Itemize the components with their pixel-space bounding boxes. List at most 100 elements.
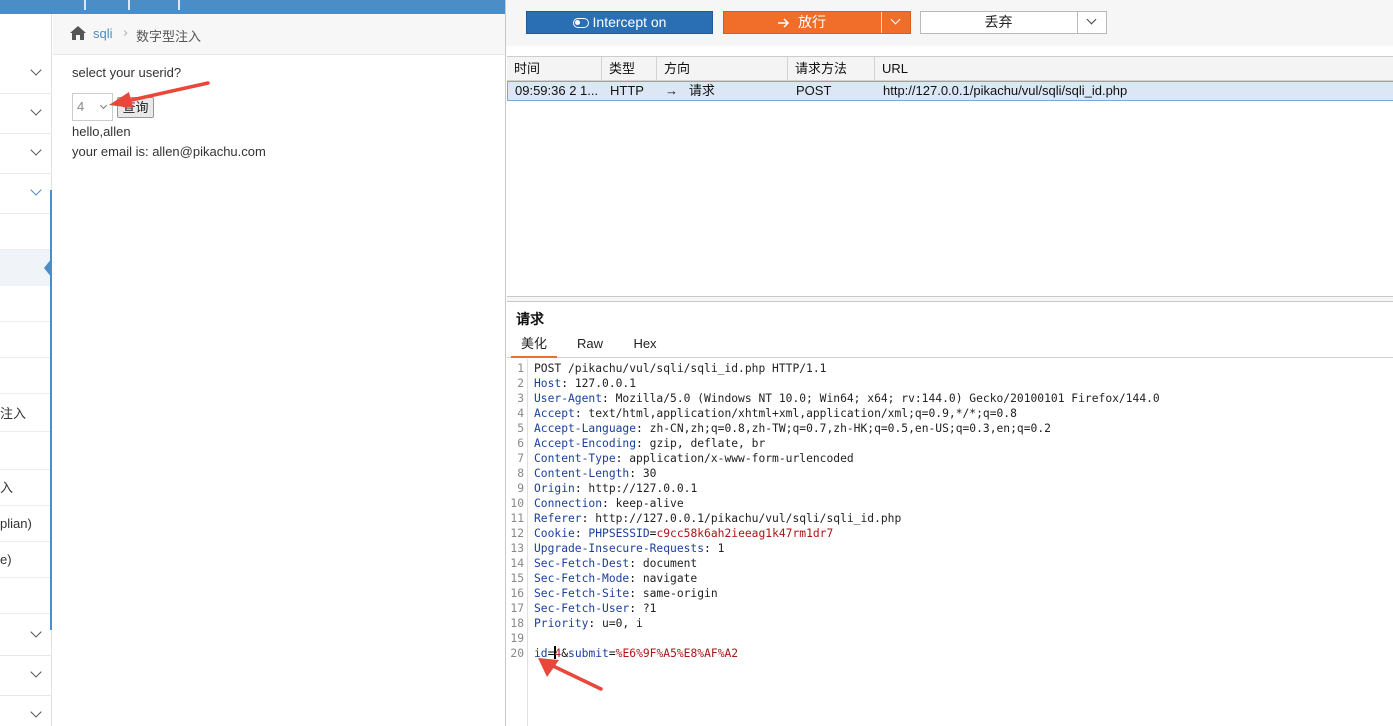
column-header-direction[interactable]: 方向: [657, 57, 788, 81]
header-name: Connection: [534, 497, 603, 510]
request-header-line[interactable]: Referer: http://127.0.0.1/pikachu/vul/sq…: [534, 511, 901, 526]
table-row[interactable]: 09:59:36 2 1... HTTP → 请求 POST http://12…: [507, 81, 1393, 101]
column-header-url[interactable]: URL: [875, 57, 1393, 81]
request-body-line[interactable]: id=4&submit=%E6%9F%A5%E8%AF%A2: [534, 646, 738, 661]
request-header-line[interactable]: Accept-Language: zh-CN,zh;q=0.8,zh-TW;q=…: [534, 421, 1051, 436]
header-value: 127.0.0.1: [574, 377, 637, 390]
header-separator: :: [602, 392, 616, 405]
intercept-queue-table: 时间 类型 方向 请求方法 URL 09:59:36 2 1... HTTP →…: [507, 56, 1393, 296]
sidebar-menu-item[interactable]: [0, 54, 52, 94]
chevron-down-icon: [30, 626, 42, 638]
query-button[interactable]: 查询: [117, 97, 154, 118]
sidebar-subitem[interactable]: [0, 322, 50, 358]
forward-main[interactable]: 放行: [724, 12, 880, 33]
sidebar-subitem[interactable]: 注入: [0, 396, 50, 432]
request-header-line[interactable]: Sec-Fetch-Dest: document: [534, 556, 697, 571]
line-number: 12: [510, 527, 524, 540]
sidebar-subitem-label: e): [0, 552, 12, 567]
header-value: gzip, deflate, br: [649, 437, 766, 450]
column-header-time[interactable]: 时间: [507, 57, 602, 81]
header-value: ?1: [642, 602, 657, 615]
request-header-line[interactable]: Connection: keep-alive: [534, 496, 684, 511]
request-header-line[interactable]: Sec-Fetch-User: ?1: [534, 601, 656, 616]
header-name: Accept-Encoding: [534, 437, 637, 450]
top-bar-divider: [128, 0, 130, 10]
sidebar: 注入 入 plian) e): [0, 14, 52, 726]
sidebar-subitem[interactable]: [0, 434, 50, 470]
header-value: navigate: [642, 572, 698, 585]
sidebar-menu-item[interactable]: [0, 134, 52, 174]
tab-hex[interactable]: Hex: [625, 334, 665, 358]
chevron-down-icon: [30, 104, 42, 116]
header-separator: :: [588, 617, 603, 630]
userid-select[interactable]: 4: [72, 93, 113, 121]
sidebar-subitem[interactable]: [0, 286, 50, 322]
sidebar-subitem[interactable]: [0, 214, 50, 250]
line-number: 8: [517, 467, 524, 480]
request-header-line[interactable]: Origin: http://127.0.0.1: [534, 481, 697, 496]
request-header-line[interactable]: Host: 127.0.0.1: [534, 376, 636, 391]
tab-raw[interactable]: Raw: [569, 334, 611, 358]
line-number: 4: [517, 407, 524, 420]
drop-dropdown[interactable]: [1078, 12, 1106, 33]
sidebar-menu-item[interactable]: [0, 94, 52, 134]
header-separator: :: [636, 437, 650, 450]
header-value: keep-alive: [615, 497, 684, 510]
sidebar-menu-item[interactable]: [0, 656, 52, 696]
sidebar-menu-item[interactable]: [0, 696, 52, 726]
request-line[interactable]: POST /pikachu/vul/sqli/sqli_id.php HTTP/…: [534, 361, 826, 376]
header-name: Sec-Fetch-Dest: [534, 557, 630, 570]
request-line-text: POST /pikachu/vul/sqli/sqli_id.php HTTP/…: [534, 362, 827, 375]
cell-direction: → 请求: [658, 82, 789, 100]
request-header-line[interactable]: Priority: u=0, i: [534, 616, 643, 631]
forward-dropdown[interactable]: [882, 12, 910, 33]
sidebar-subitem[interactable]: plian): [0, 506, 50, 542]
request-header-line[interactable]: Sec-Fetch-Site: same-origin: [534, 586, 718, 601]
request-editor[interactable]: 20 id=4&submit=%E6%9F%A5%E8%AF%A2 1 POST …: [507, 359, 1393, 726]
header-separator: :: [602, 497, 616, 510]
header-name: Sec-Fetch-User: [534, 602, 630, 615]
arrow-right-icon: [778, 18, 790, 28]
header-name: Upgrade-Insecure-Requests: [534, 542, 705, 555]
column-header-method[interactable]: 请求方法: [788, 57, 875, 81]
intercept-toggle-button[interactable]: Intercept on: [526, 11, 713, 34]
drop-main[interactable]: 丢弃: [921, 12, 1076, 33]
request-header-line[interactable]: Content-Type: application/x-www-form-url…: [534, 451, 854, 466]
request-header-line[interactable]: Accept-Encoding: gzip, deflate, br: [534, 436, 765, 451]
header-separator: :: [629, 602, 643, 615]
request-header-line[interactable]: Cookie: PHPSESSID=c9cc58k6ah2ieeag1k47rm…: [534, 526, 833, 541]
email-text: your email is: allen@pikachu.com: [72, 144, 266, 159]
line-number: 14: [510, 557, 524, 570]
header-name: Accept-Language: [534, 422, 637, 435]
header-value: http://127.0.0.1: [588, 482, 698, 495]
param-value-submit: %E6%9F%A5%E8%AF%A2: [615, 647, 739, 660]
home-icon[interactable]: [69, 25, 87, 41]
request-header-line[interactable]: User-Agent: Mozilla/5.0 (Windows NT 10.0…: [534, 391, 1160, 406]
pane-splitter[interactable]: [507, 296, 1393, 302]
tab-pretty[interactable]: 美化: [511, 334, 557, 358]
sidebar-subitem[interactable]: e): [0, 542, 50, 578]
header-name: Content-Length: [534, 467, 630, 480]
drop-button[interactable]: 丢弃: [920, 11, 1107, 34]
request-header-line[interactable]: Accept: text/html,application/xhtml+xml,…: [534, 406, 1017, 421]
sidebar-menu-item-sqli[interactable]: [0, 174, 52, 214]
sidebar-subitem[interactable]: [0, 578, 50, 614]
line-number: 6: [517, 437, 524, 450]
sidebar-subitem[interactable]: 入: [0, 470, 50, 506]
sidebar-subitem-active[interactable]: [0, 250, 52, 286]
sidebar-subitem[interactable]: [0, 358, 50, 394]
line-number: 13: [510, 542, 524, 555]
request-header-line[interactable]: Upgrade-Insecure-Requests: 1: [534, 541, 724, 556]
request-header-line[interactable]: Sec-Fetch-Mode: navigate: [534, 571, 697, 586]
breadcrumb-link-sqli[interactable]: sqli: [93, 26, 113, 41]
header-separator: :: [629, 587, 643, 600]
header-value: 1: [717, 542, 725, 555]
forward-button[interactable]: 放行: [723, 11, 911, 34]
column-header-type[interactable]: 类型: [602, 57, 657, 81]
request-header-line[interactable]: Content-Length: 30: [534, 466, 656, 481]
header-name: Sec-Fetch-Mode: [534, 572, 630, 585]
request-view-tabs: 美化 Raw Hex: [507, 334, 1393, 358]
pikachu-app: 注入 入 plian) e) sqli › 数字型注入 select your …: [0, 0, 505, 726]
sidebar-menu-item[interactable]: [0, 616, 52, 656]
chevron-down-icon: [30, 144, 42, 156]
